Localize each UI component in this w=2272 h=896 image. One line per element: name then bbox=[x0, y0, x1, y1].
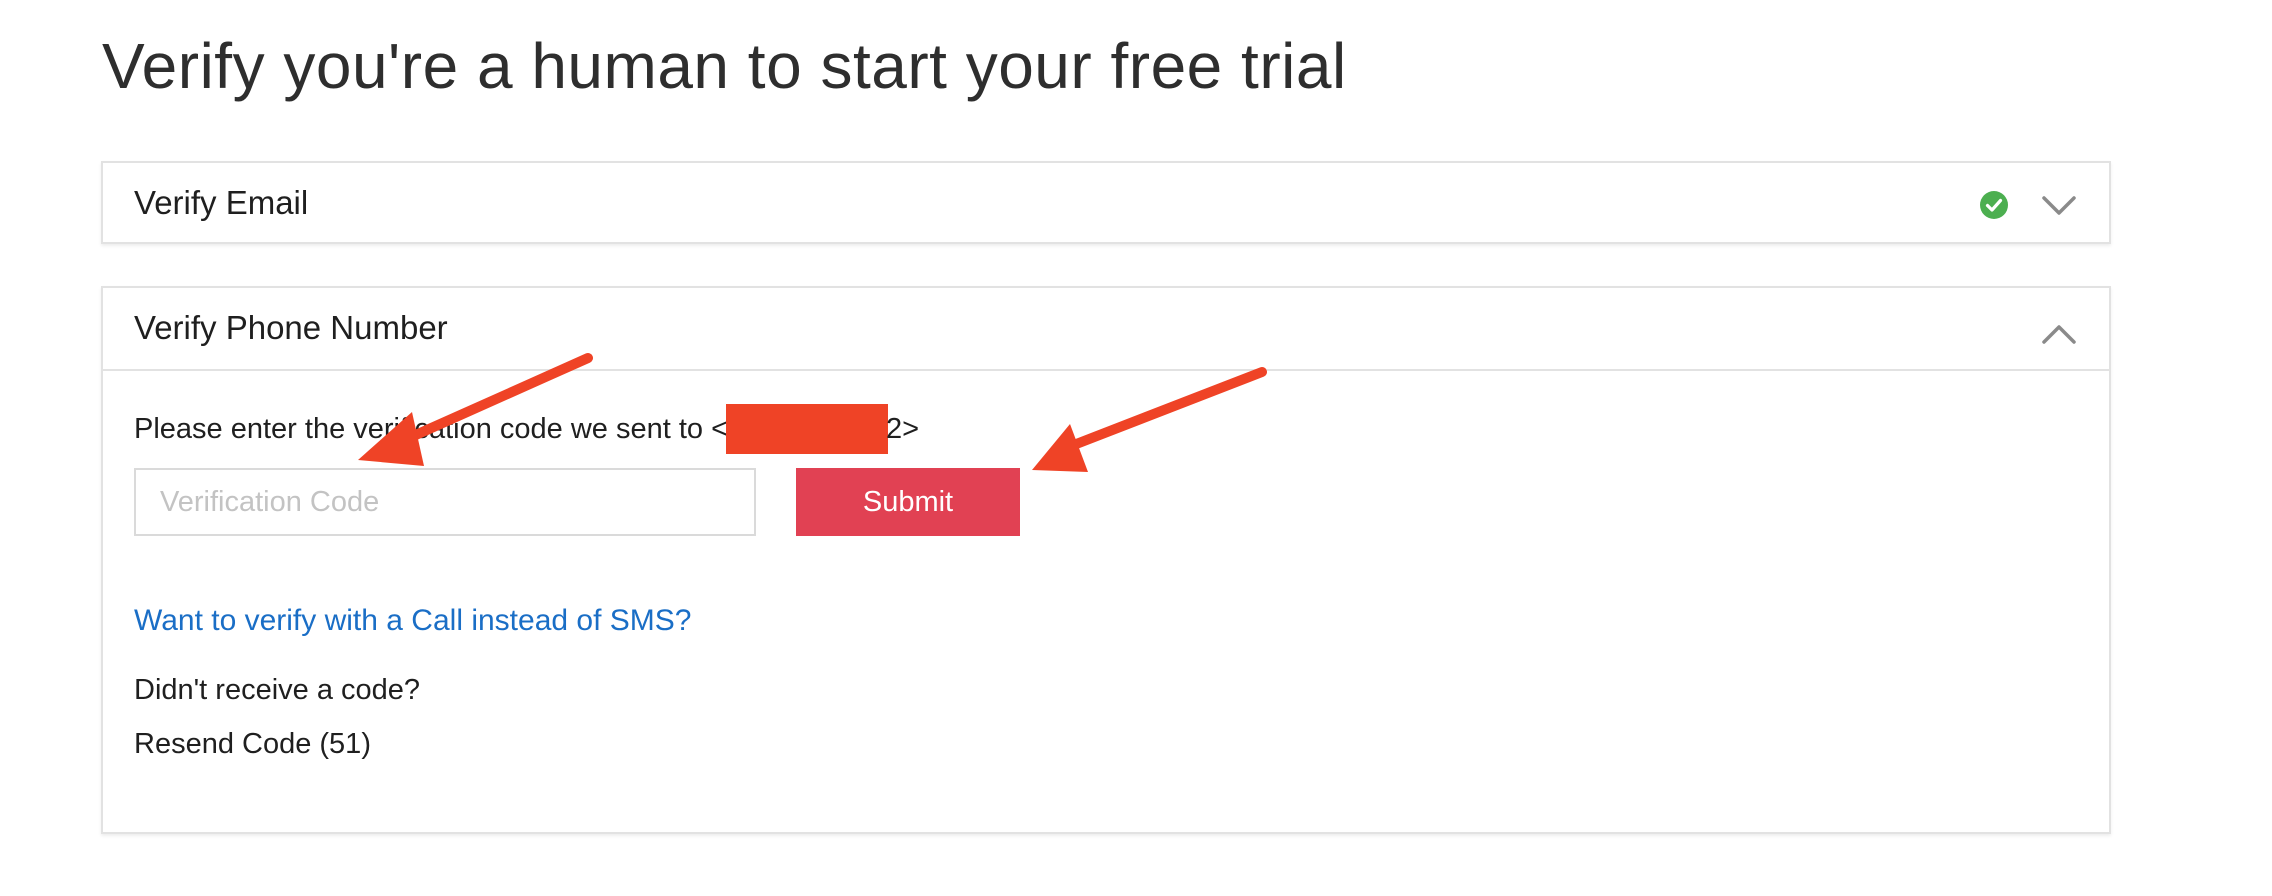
no-code-received-text: Didn't receive a code? bbox=[134, 674, 421, 706]
submit-button[interactable]: Submit bbox=[796, 468, 1020, 536]
verification-instruction: Please enter the verification code we se… bbox=[134, 404, 919, 454]
page: Verify you're a human to start your free… bbox=[0, 0, 2272, 896]
verify-email-header[interactable]: Verify Email bbox=[103, 163, 2109, 244]
chevron-up-icon[interactable] bbox=[2041, 323, 2077, 345]
verify-with-call-link[interactable]: Want to verify with a Call instead of SM… bbox=[134, 602, 691, 640]
verify-email-title: Verify Email bbox=[134, 184, 309, 221]
instruction-suffix: 2> bbox=[886, 413, 920, 445]
redacted-phone-number bbox=[726, 404, 889, 454]
verify-email-panel: Verify Email bbox=[101, 161, 2111, 244]
instruction-prefix: Please enter the verification code we se… bbox=[134, 413, 729, 445]
verification-code-input[interactable] bbox=[134, 468, 756, 536]
verify-phone-title: Verify Phone Number bbox=[134, 309, 448, 346]
check-circle-icon bbox=[1980, 191, 2008, 219]
verify-phone-panel: Verify Phone Number Please enter the ver… bbox=[101, 286, 2111, 834]
chevron-down-icon[interactable] bbox=[2041, 195, 2077, 217]
page-title: Verify you're a human to start your free… bbox=[102, 30, 1347, 102]
resend-code-button[interactable]: Resend Code (51) bbox=[134, 726, 371, 762]
verify-phone-header[interactable]: Verify Phone Number bbox=[103, 288, 2109, 371]
